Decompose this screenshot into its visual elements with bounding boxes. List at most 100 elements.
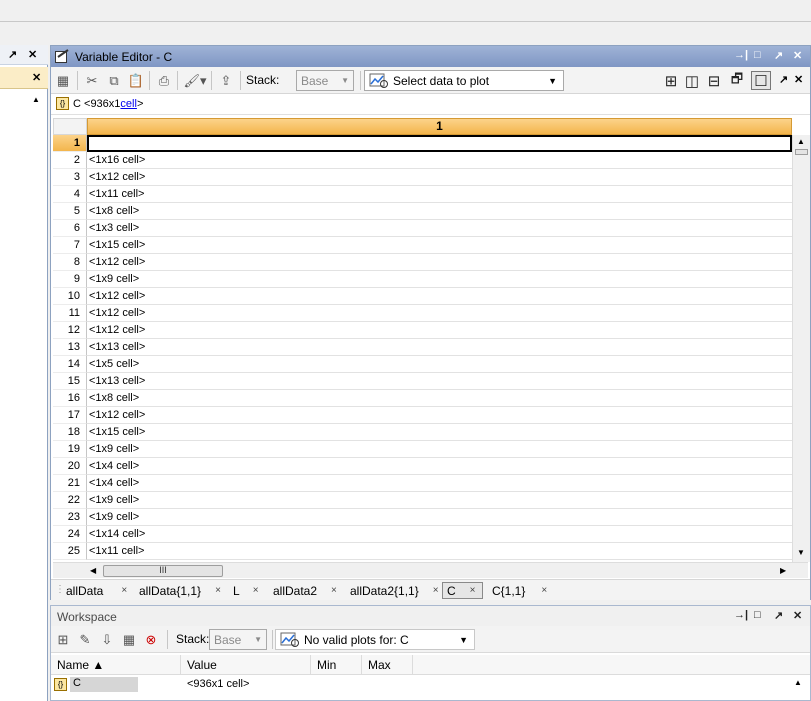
- column-header-min[interactable]: Min: [311, 655, 362, 675]
- stack-dropdown[interactable]: Base ▼: [296, 70, 354, 91]
- grid-cell[interactable]: <1x15 cell>: [87, 237, 792, 254]
- grid-cell[interactable]: <1x11 cell>: [87, 543, 792, 560]
- row-number[interactable]: 4: [53, 186, 87, 203]
- grid-cell[interactable]: <1x12 cell>: [87, 322, 792, 339]
- brush-icon[interactable]: 🖌▾: [182, 71, 208, 90]
- row-number[interactable]: 10: [53, 288, 87, 305]
- grid-cell[interactable]: <1x9 cell>: [87, 492, 792, 509]
- table-row[interactable]: 11 <1x12 cell>: [53, 305, 792, 322]
- grid-cell[interactable]: <1x14 cell>: [87, 526, 792, 543]
- undock-icon[interactable]: ↗: [779, 73, 788, 86]
- save-icon[interactable]: ▦: [119, 630, 139, 649]
- float-icon[interactable]: 🗗: [727, 71, 747, 90]
- grid-cell[interactable]: <1x13 cell>: [87, 373, 792, 390]
- scroll-up-icon[interactable]: ▲: [797, 137, 805, 146]
- open-variable-icon[interactable]: ✎: [75, 630, 95, 649]
- grid-cell[interactable]: <1x12 cell>: [87, 169, 792, 186]
- column-header-value[interactable]: Value: [181, 655, 311, 675]
- workspace-var-name[interactable]: C: [70, 677, 138, 692]
- table-row[interactable]: 17 <1x12 cell>: [53, 407, 792, 424]
- undock-icon[interactable]: ↗: [8, 48, 17, 61]
- scroll-down-icon[interactable]: ▼: [797, 548, 805, 557]
- close-icon[interactable]: ✕: [32, 71, 41, 84]
- plot-selector[interactable]: Select data to plot ▼: [364, 70, 564, 91]
- table-row[interactable]: 14 <1x5 cell>: [53, 356, 792, 373]
- tab-c-1-1[interactable]: C{1,1} ×: [487, 582, 552, 599]
- table-row[interactable]: 18 <1x15 cell>: [53, 424, 792, 441]
- dock-icon[interactable]: →|: [734, 49, 748, 61]
- row-number[interactable]: 1: [53, 135, 87, 152]
- table-row[interactable]: 24 <1x14 cell>: [53, 526, 792, 543]
- grid-cell[interactable]: <1x9 cell>: [87, 509, 792, 526]
- row-number[interactable]: 25: [53, 543, 87, 560]
- table-row[interactable]: 9 <1x9 cell>: [53, 271, 792, 288]
- grid-cell[interactable]: <1x4 cell>: [87, 458, 792, 475]
- row-number[interactable]: 19: [53, 441, 87, 458]
- maximize-icon[interactable]: □: [754, 49, 761, 61]
- tab-close-icon[interactable]: ×: [121, 585, 127, 596]
- table-row[interactable]: 16 <1x8 cell>: [53, 390, 792, 407]
- row-number[interactable]: 5: [53, 203, 87, 220]
- tab-alldata2-1-1[interactable]: allData2{1,1} ×: [345, 582, 444, 599]
- table-row[interactable]: 22 <1x9 cell>: [53, 492, 792, 509]
- grid-cell[interactable]: <1x11 cell>: [87, 186, 792, 203]
- grid-cell[interactable]: <1x15 cell>: [87, 424, 792, 441]
- row-number[interactable]: 15: [53, 373, 87, 390]
- row-number[interactable]: 16: [53, 390, 87, 407]
- column-header-1[interactable]: 1: [87, 118, 792, 135]
- close-icon[interactable]: ✕: [28, 48, 37, 61]
- horizontal-scrollbar[interactable]: ◀ III ▶: [53, 562, 808, 578]
- row-number[interactable]: 17: [53, 407, 87, 424]
- grid-cell[interactable]: <1x8 cell>: [87, 390, 792, 407]
- left-right-split-icon[interactable]: ◫: [682, 71, 702, 90]
- tab-c[interactable]: C ×: [442, 582, 483, 599]
- close-icon[interactable]: ✕: [794, 73, 803, 86]
- column-header-name[interactable]: Name ▲: [51, 655, 181, 675]
- row-number[interactable]: 20: [53, 458, 87, 475]
- table-row[interactable]: 12 <1x12 cell>: [53, 322, 792, 339]
- tab-close-icon[interactable]: ×: [215, 585, 221, 596]
- scroll-left-icon[interactable]: ◀: [90, 566, 96, 575]
- scroll-up-icon[interactable]: ▲: [32, 95, 40, 104]
- table-row[interactable]: 6 <1x3 cell>: [53, 220, 792, 237]
- row-number[interactable]: 18: [53, 424, 87, 441]
- scroll-up-icon[interactable]: ▲: [794, 678, 802, 687]
- paste-icon[interactable]: 📋: [126, 71, 146, 90]
- tab-close-icon[interactable]: ×: [331, 585, 337, 596]
- grid-cell[interactable]: <1x5 cell>: [87, 356, 792, 373]
- row-number[interactable]: 21: [53, 475, 87, 492]
- table-row[interactable]: 25 <1x11 cell>: [53, 543, 792, 560]
- table-row[interactable]: 19 <1x9 cell>: [53, 441, 792, 458]
- workspace-plot-selector[interactable]: No valid plots for: C ▼: [275, 629, 475, 650]
- row-number[interactable]: 8: [53, 254, 87, 271]
- table-row[interactable]: 13 <1x13 cell>: [53, 339, 792, 356]
- row-number[interactable]: 9: [53, 271, 87, 288]
- row-number[interactable]: 22: [53, 492, 87, 509]
- variable-class-link[interactable]: cell: [120, 98, 137, 110]
- grid-cell[interactable]: <1x8 cell>: [87, 203, 792, 220]
- grid-cell[interactable]: <1x12 cell>: [87, 288, 792, 305]
- row-number[interactable]: 13: [53, 339, 87, 356]
- scroll-right-icon[interactable]: ▶: [780, 566, 786, 575]
- new-from-selection-icon[interactable]: ▦: [53, 71, 73, 90]
- row-number[interactable]: 6: [53, 220, 87, 237]
- tab-close-icon[interactable]: ×: [470, 585, 476, 596]
- row-number[interactable]: 3: [53, 169, 87, 186]
- maximize-icon[interactable]: □: [754, 609, 761, 621]
- grid-cell[interactable]: [87, 135, 792, 152]
- table-row[interactable]: 21 <1x4 cell>: [53, 475, 792, 492]
- grid-cell[interactable]: <1x16 cell>: [87, 152, 792, 169]
- top-bottom-split-icon[interactable]: ⊟: [704, 71, 724, 90]
- table-row[interactable]: 3 <1x12 cell>: [53, 169, 792, 186]
- table-row[interactable]: 4 <1x11 cell>: [53, 186, 792, 203]
- grid-cell[interactable]: <1x3 cell>: [87, 220, 792, 237]
- tab-alldata-1-1[interactable]: allData{1,1} ×: [134, 582, 226, 599]
- row-number[interactable]: 2: [53, 152, 87, 169]
- row-number[interactable]: 24: [53, 526, 87, 543]
- table-row[interactable]: 20 <1x4 cell>: [53, 458, 792, 475]
- tab-close-icon[interactable]: ×: [541, 585, 547, 596]
- table-row[interactable]: 10 <1x12 cell>: [53, 288, 792, 305]
- column-header-max[interactable]: Max: [362, 655, 413, 675]
- row-number[interactable]: 23: [53, 509, 87, 526]
- copy-icon[interactable]: ⧉: [104, 71, 124, 90]
